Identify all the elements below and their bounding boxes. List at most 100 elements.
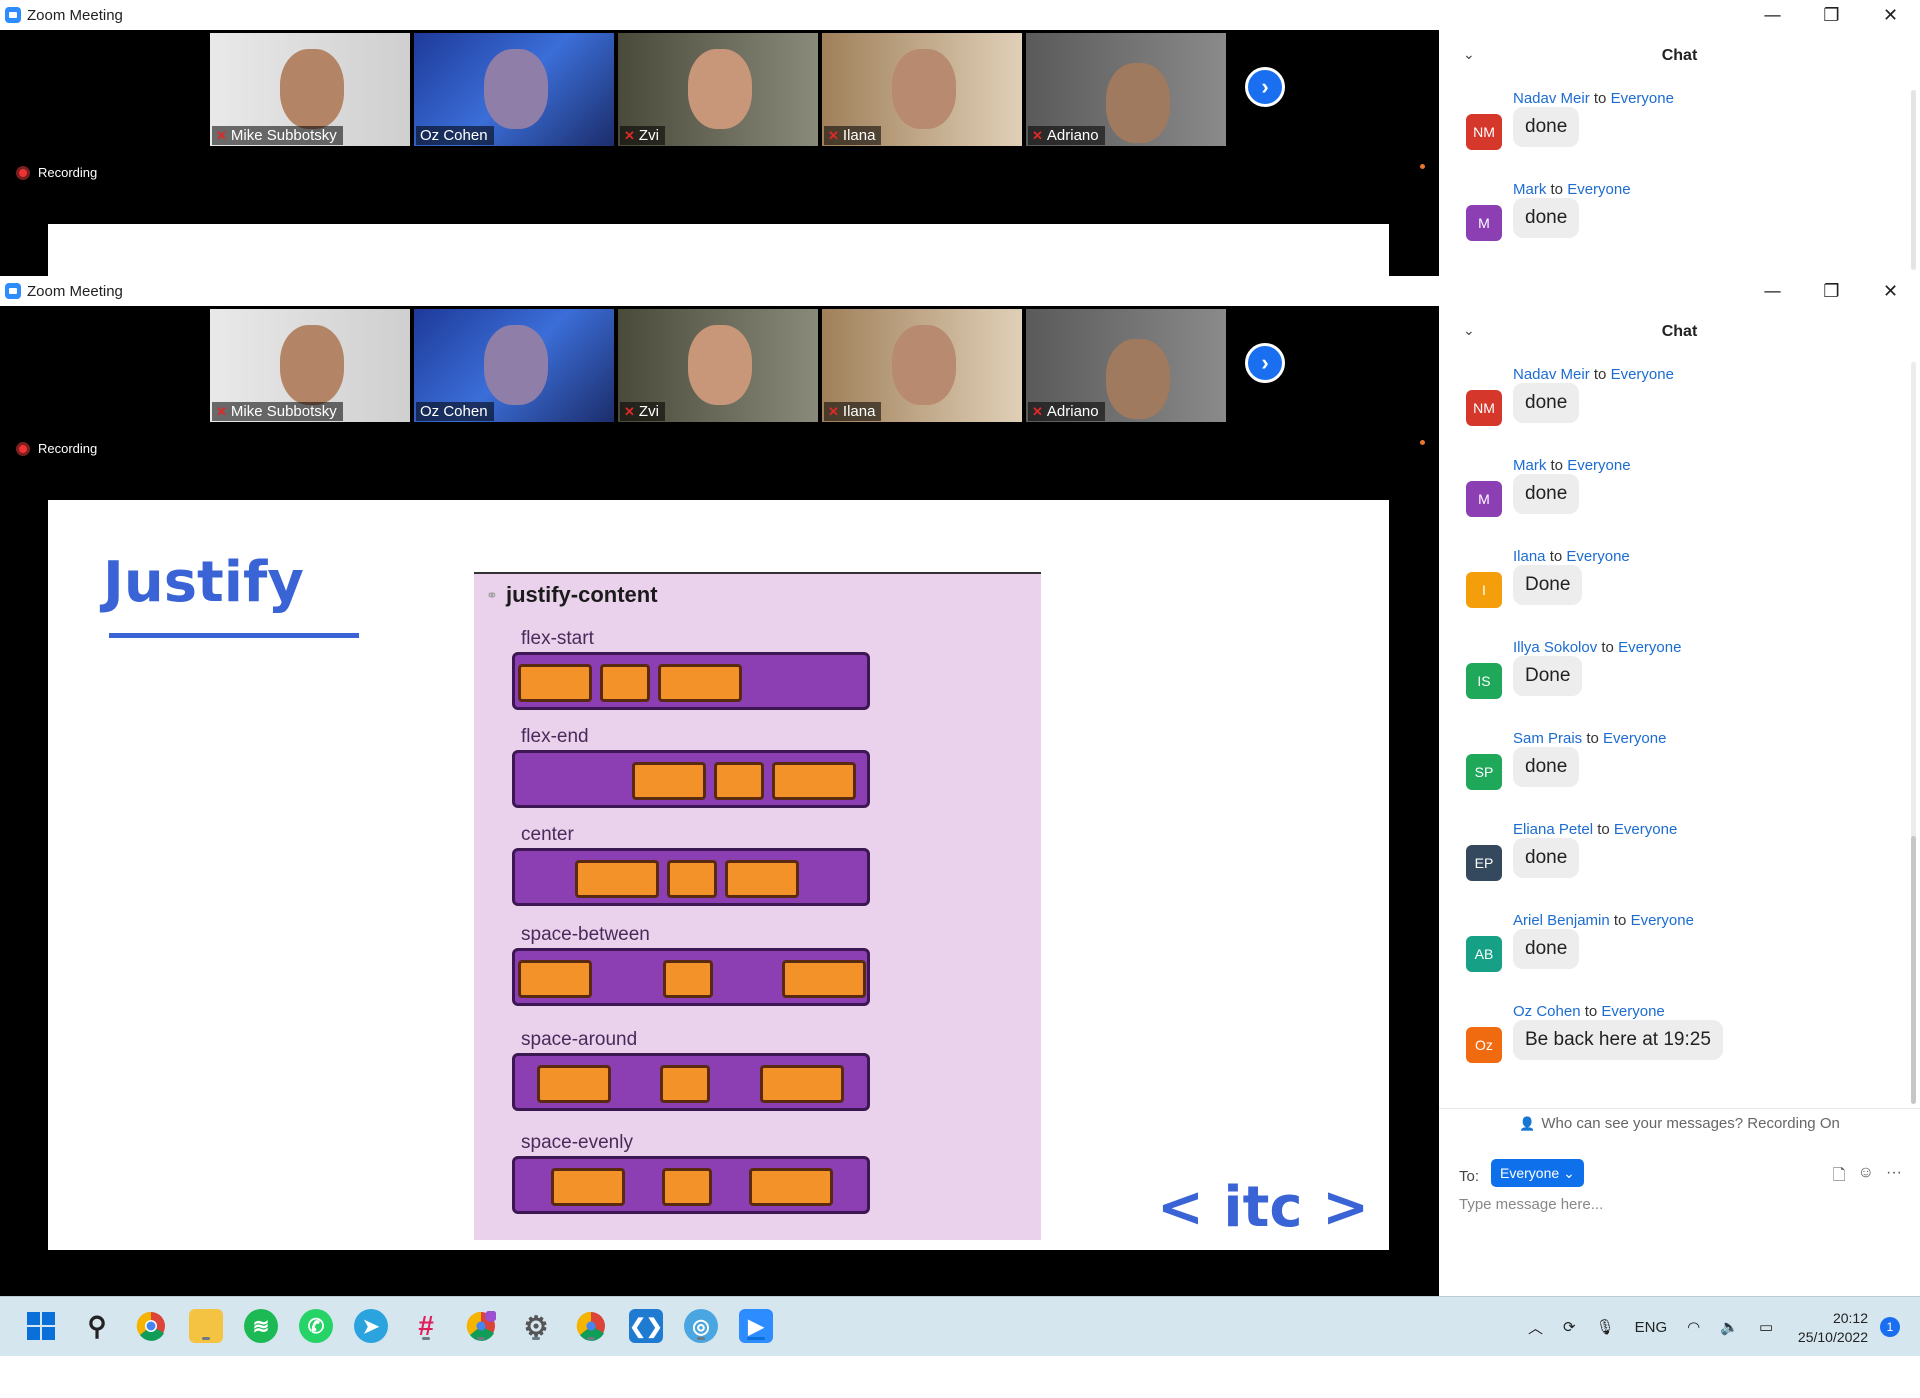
to-word: to (1586, 730, 1599, 747)
recipient-name[interactable]: Everyone (1614, 821, 1677, 838)
restore-button[interactable]: ❐ (1802, 0, 1861, 30)
chat-message-list: Nadav Meir to Everyone NM done Mark to Ever… (1439, 82, 1904, 264)
recipient-name[interactable]: Everyone (1567, 181, 1630, 198)
participant-name: Zvi (638, 403, 659, 420)
emoji-icon[interactable]: ☺ (1858, 1164, 1874, 1191)
message-bubble: done (1513, 747, 1580, 787)
sender-name[interactable]: Ariel Benjamin (1513, 912, 1610, 929)
recipient-name[interactable]: Everyone (1618, 639, 1681, 656)
next-page-arrow-icon[interactable]: › (1245, 67, 1285, 107)
flex-container-bar (512, 848, 870, 906)
wifi-icon[interactable]: ◠ (1687, 1318, 1700, 1336)
sender-name[interactable]: Nadav Meir (1513, 366, 1590, 383)
recipient-name[interactable]: Everyone (1601, 1003, 1664, 1020)
minimize-button[interactable]: — (1743, 276, 1802, 306)
sender-name[interactable]: Mark (1513, 181, 1546, 198)
title-bar: Zoom Meeting — ❐ ✕ (0, 0, 1920, 30)
recipient-name[interactable]: Everyone (1603, 730, 1666, 747)
flex-row: space-between (512, 924, 870, 1006)
flex-item (518, 960, 592, 998)
next-page-arrow-icon[interactable]: › (1245, 343, 1285, 383)
avatar: AB (1466, 936, 1502, 972)
chat-scrollbar[interactable] (1911, 90, 1916, 270)
telegram-icon[interactable]: ➤ (354, 1309, 388, 1343)
chrome-icon[interactable] (574, 1309, 608, 1343)
zoom-app-icon (5, 283, 21, 299)
chevron-up-icon[interactable]: ︿ (1528, 1317, 1543, 1338)
sender-name[interactable]: Mark (1513, 457, 1546, 474)
close-button[interactable]: ✕ (1861, 276, 1920, 306)
recipient-name[interactable]: Everyone (1611, 366, 1674, 383)
whatsapp-icon[interactable]: ✆ (299, 1309, 333, 1343)
participant-tile[interactable]: ✕ Adriano (1026, 33, 1226, 146)
message-header: Mark to Everyone (1513, 181, 1631, 198)
language-indicator[interactable]: ENG (1635, 1319, 1668, 1336)
more-icon[interactable]: ··· (1886, 1164, 1902, 1191)
search-icon[interactable]: ⚲ (80, 1309, 114, 1343)
microphone-icon[interactable]: 🎙 (1596, 1318, 1615, 1336)
to-word: to (1550, 181, 1564, 198)
chat-message: Eliana Petel to Everyone EP done (1439, 813, 1904, 904)
recipient-dropdown[interactable]: Everyone ⌄ (1491, 1159, 1584, 1187)
maps-icon[interactable]: ◎ (684, 1309, 718, 1343)
file-icon[interactable]: 🗋 (1833, 1164, 1846, 1191)
vscode-icon[interactable]: ❮❯ (629, 1309, 663, 1343)
participant-tile[interactable]: ✕ Ilana (822, 33, 1022, 146)
participant-tile[interactable]: ✕ Zvi (618, 33, 818, 146)
zoom-icon[interactable]: ▶ (739, 1309, 773, 1343)
avatar-initials: AB (1474, 946, 1494, 962)
settings-gear-icon[interactable]: ⚙ (519, 1309, 553, 1343)
sender-name[interactable]: Sam Prais (1513, 730, 1582, 747)
recipient-name[interactable]: Everyone (1567, 457, 1630, 474)
participant-tile[interactable]: ✕ Adriano (1026, 309, 1226, 422)
to-word: to (1597, 821, 1610, 838)
file-explorer-icon[interactable] (189, 1309, 223, 1343)
privacy-notice[interactable]: 👤 Who can see your messages? Recording O… (1439, 1108, 1920, 1138)
participant-tile[interactable]: ✕ Zvi (618, 309, 818, 422)
clock[interactable]: 20:12 25/10/2022 (1798, 1309, 1868, 1347)
battery-icon[interactable]: ▭ (1759, 1318, 1773, 1336)
sender-name[interactable]: Eliana Petel (1513, 821, 1593, 838)
chrome-profile-icon[interactable] (464, 1309, 498, 1343)
chat-scrollbar-thumb[interactable] (1911, 836, 1916, 1104)
sender-name[interactable]: Nadav Meir (1513, 90, 1590, 107)
to-word: to (1613, 912, 1627, 929)
participant-name: Mike Subbotsky (230, 127, 337, 144)
zoom-window-background: Zoom Meeting — ❐ ✕ ✕ Mike Subbotsky Oz Co… (0, 0, 1920, 276)
sender-name[interactable]: Oz Cohen (1513, 1003, 1581, 1020)
avatar: Oz (1466, 1027, 1502, 1063)
restore-button[interactable]: ❐ (1802, 276, 1861, 306)
meeting-stage: ✕ Mike Subbotsky Oz Cohen ✕ Zvi ✕ Ilana ✕ Ad (0, 30, 1439, 276)
sender-name[interactable]: Ilana (1513, 548, 1546, 565)
message-bubble: Be back here at 19:25 (1513, 1020, 1723, 1060)
flex-container-bar (512, 652, 870, 710)
chrome-icon[interactable] (134, 1309, 168, 1343)
spotify-icon[interactable]: ≋ (244, 1309, 278, 1343)
notification-badge[interactable]: 1 (1880, 1317, 1900, 1337)
participant-tile[interactable]: ✕ Mike Subbotsky (210, 309, 410, 422)
slack-icon[interactable]: # (409, 1309, 443, 1343)
close-button[interactable]: ✕ (1861, 0, 1920, 30)
flex-item (551, 1168, 625, 1206)
chevron-down-icon[interactable]: ⌄ (1463, 46, 1475, 63)
participant-tile[interactable]: ✕ Ilana (822, 309, 1022, 422)
participant-tile[interactable]: Oz Cohen (414, 309, 614, 422)
system-tray: ︿ ⟳ 🎙 ENG ◠ 🔈 ▭ (1528, 1297, 1773, 1357)
flex-item (632, 762, 706, 800)
people-lock-icon: 👤 (1519, 1115, 1536, 1131)
participant-tile[interactable]: ✕ Mike Subbotsky (210, 33, 410, 146)
chevron-down-icon[interactable]: ⌄ (1463, 322, 1475, 339)
recipient-name[interactable]: Everyone (1611, 90, 1674, 107)
volume-icon[interactable]: 🔈 (1720, 1318, 1739, 1336)
avatar: NM (1466, 114, 1502, 150)
start-icon[interactable] (24, 1309, 58, 1343)
participant-tile[interactable]: Oz Cohen (414, 33, 614, 146)
sync-icon[interactable]: ⟳ (1563, 1318, 1576, 1336)
recipient-name[interactable]: Everyone (1566, 548, 1629, 565)
message-input[interactable] (1459, 1196, 1899, 1213)
recipient-name[interactable]: Everyone (1631, 912, 1694, 929)
minimize-button[interactable]: — (1743, 0, 1802, 30)
flex-item (749, 1168, 833, 1206)
sender-name[interactable]: Illya Sokolov (1513, 639, 1597, 656)
message-composer: To: Everyone ⌄ 🗋 ☺ ··· (1439, 1138, 1920, 1268)
